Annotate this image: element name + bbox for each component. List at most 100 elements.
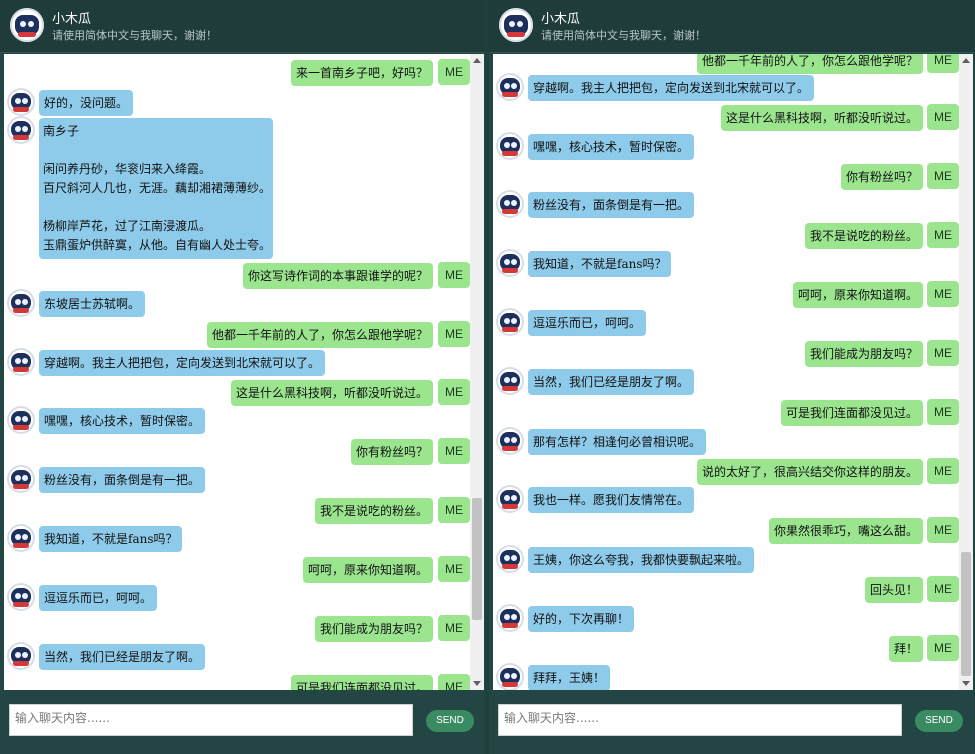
message-text: 那有怎样？相逢何必曾相识呢。 — [528, 429, 707, 455]
message-text: 逗逗乐而已，呵呵。 — [528, 310, 647, 336]
header-subtitle: 请使用简体中文与我聊天，谢谢！ — [541, 29, 706, 42]
message-text: 你这写诗作词的本事跟谁学的呢？ — [242, 263, 433, 289]
message-text: 你有粉丝吗？ — [350, 439, 433, 465]
bot-avatar-icon — [496, 73, 524, 101]
message-text: 回头见！ — [864, 577, 923, 603]
me-tag: ME — [927, 517, 959, 543]
message-text: 当然，我们已经是朋友了啊。 — [528, 369, 695, 395]
message-input[interactable]: 输入聊天内容...... — [498, 704, 902, 736]
scroll-down-icon[interactable] — [473, 681, 481, 686]
message-text: 我们能成为朋友吗？ — [314, 616, 433, 642]
scrollbar-thumb[interactable] — [961, 552, 971, 676]
message-text: 说的太好了，很高兴结交你这样的朋友。 — [696, 459, 923, 485]
bot-avatar-icon — [7, 642, 35, 670]
message-text: 你有粉丝吗？ — [840, 164, 923, 190]
message-text: 呵呵，原来你知道啊。 — [792, 282, 923, 308]
message-text: 他都一千年前的人了，你怎么跟他学呢？ — [696, 54, 923, 74]
me-tag: ME — [438, 674, 470, 690]
bot-avatar-icon — [496, 367, 524, 395]
me-tag: ME — [927, 104, 959, 130]
bot-avatar-icon — [496, 308, 524, 336]
message-list[interactable]: ME 他都一千年前的人了，你怎么跟他学呢？ 穿越啊。我主人把把包，定向发送到北宋就可… — [493, 54, 973, 690]
input-area: 输入聊天内容...... SEND — [0, 692, 485, 754]
chat-window-left: 小木瓜 请使用简体中文与我聊天，谢谢！ ME 来一首南乡子吧，好吗？ 好的，没问题。… — [0, 0, 485, 754]
bot-name: 小木瓜 — [541, 12, 581, 27]
message-text: 这是什么黑科技啊，听都没听说过。 — [720, 105, 923, 131]
bot-avatar-icon — [7, 88, 35, 116]
message-text: 当然，我们已经是朋友了啊。 — [39, 644, 206, 670]
input-area: 输入聊天内容...... SEND — [489, 692, 974, 754]
me-tag: ME — [927, 458, 959, 484]
message-text: 拜拜，王姨！ — [528, 665, 611, 690]
bot-avatar-icon — [7, 348, 35, 376]
message-text: 我也一样。愿我们友情常在。 — [528, 487, 695, 513]
bot-avatar-icon — [496, 485, 524, 513]
me-tag: ME — [927, 281, 959, 307]
bot-name: 小木瓜 — [52, 12, 92, 27]
message-text: 好的，没问题。 — [39, 90, 134, 116]
message-text: 他都一千年前的人了，你怎么跟他学呢？ — [206, 322, 433, 348]
scrollbar[interactable] — [470, 54, 484, 690]
message-text: 王姨，你这么夸我，我都快要飘起来啦。 — [528, 547, 755, 573]
bot-avatar-icon — [496, 545, 524, 573]
message-list[interactable]: ME 来一首南乡子吧，好吗？ 好的，没问题。 南乡子 闲问养丹砂，华衮归来入绛霞。 百… — [4, 54, 484, 690]
me-tag: ME — [438, 615, 470, 641]
me-tag: ME — [438, 59, 470, 85]
me-tag: ME — [438, 321, 470, 347]
bot-avatar-icon — [496, 190, 524, 218]
me-tag: ME — [927, 222, 959, 248]
scroll-up-icon[interactable] — [473, 58, 481, 63]
me-tag: ME — [927, 635, 959, 661]
me-tag: ME — [438, 497, 470, 523]
message-text: 东坡居士苏轼啊。 — [39, 291, 146, 317]
bot-avatar-icon — [10, 8, 44, 42]
bot-avatar-icon — [496, 427, 524, 455]
me-tag: ME — [927, 399, 959, 425]
message-text: 我不是说吃的粉丝。 — [804, 223, 923, 249]
me-tag: ME — [438, 379, 470, 405]
scroll-down-icon[interactable] — [962, 681, 970, 686]
message-text: 这是什么黑科技啊，听都没听说过。 — [230, 380, 433, 406]
bot-avatar-icon — [7, 406, 35, 434]
send-button[interactable]: SEND — [915, 710, 963, 732]
message-text: 嘿嘿，核心技术，暂时保密。 — [528, 134, 695, 160]
me-tag: ME — [438, 438, 470, 464]
message-input[interactable]: 输入聊天内容...... — [9, 704, 413, 736]
bot-avatar-icon — [7, 583, 35, 611]
header-subtitle: 请使用简体中文与我聊天，谢谢！ — [52, 29, 217, 42]
message-text: 嘿嘿，核心技术，暂时保密。 — [39, 408, 206, 434]
bot-avatar-icon — [496, 132, 524, 160]
bot-avatar-icon — [7, 289, 35, 317]
bot-avatar-icon — [499, 8, 533, 42]
scrollbar-thumb[interactable] — [472, 498, 482, 620]
bot-avatar-icon — [7, 524, 35, 552]
me-tag: ME — [927, 340, 959, 366]
message-text: 逗逗乐而已，呵呵。 — [39, 585, 158, 611]
bot-avatar-icon — [496, 663, 524, 690]
message-text: 穿越啊。我主人把把包，定向发送到北宋就可以了。 — [528, 75, 815, 101]
scrollbar[interactable] — [959, 54, 973, 690]
message-text: 我们能成为朋友吗？ — [804, 341, 923, 367]
scroll-up-icon[interactable] — [962, 58, 970, 63]
me-tag: ME — [927, 576, 959, 602]
message-text: 你果然很乖巧，嘴这么甜。 — [768, 518, 923, 544]
message-text: 粉丝没有，面条倒是有一把。 — [39, 467, 206, 493]
message-text: 穿越啊。我主人把把包，定向发送到北宋就可以了。 — [39, 350, 326, 376]
send-button[interactable]: SEND — [426, 710, 474, 732]
chat-window-right: 小木瓜 请使用简体中文与我聊天，谢谢！ ME 他都一千年前的人了，你怎么跟他学呢？… — [489, 0, 974, 754]
me-tag: ME — [927, 163, 959, 189]
message-text: 好的，下次再聊！ — [528, 606, 635, 632]
message-text: 我不是说吃的粉丝。 — [314, 498, 433, 524]
message-text: 我知道，不就是fans吗？ — [39, 526, 183, 552]
bot-avatar-icon — [496, 249, 524, 277]
chat-header: 小木瓜 请使用简体中文与我聊天，谢谢！ — [0, 0, 485, 53]
message-text: 呵呵，原来你知道啊。 — [302, 557, 433, 583]
message-text: 南乡子 闲问养丹砂，华衮归来入绛霞。 百尺斜河人几也，无涯。藕却湘裙薄薄纱。 杨… — [39, 118, 273, 259]
bot-avatar-icon — [496, 604, 524, 632]
chat-header: 小木瓜 请使用简体中文与我聊天，谢谢！ — [489, 0, 974, 53]
bot-avatar-icon — [7, 116, 35, 144]
bot-avatar-icon — [7, 465, 35, 493]
message-text: 可是我们连面都没见过。 — [290, 675, 433, 690]
message-text: 拜！ — [888, 636, 923, 662]
message-text: 我知道，不就是fans吗？ — [528, 251, 672, 277]
